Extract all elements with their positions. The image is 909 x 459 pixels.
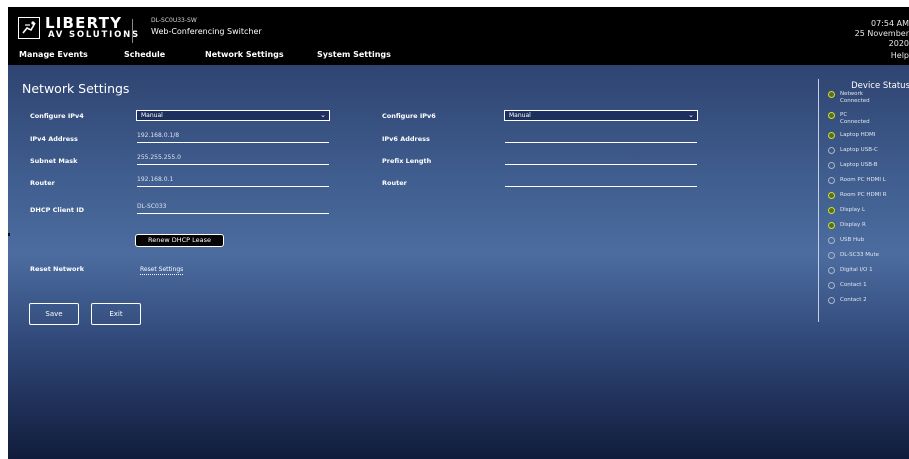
clock-time: 07:54 AM	[871, 19, 909, 28]
status-sub-label: Connected	[840, 98, 870, 104]
app-window: LIBERTY AV SOLUTIONS DL-SC0U33-SW Web-Co…	[8, 7, 909, 459]
ipv4-address-input[interactable]: 192.168.0.1/8	[137, 130, 329, 143]
status-off-icon	[828, 162, 835, 169]
status-sub-label: Connected	[840, 119, 870, 125]
save-button[interactable]: Save	[29, 303, 79, 325]
configure-ipv4-select[interactable]: Manual ⌄	[136, 110, 330, 121]
prefix-length-label: Prefix Length	[382, 157, 432, 165]
configure-ipv6-value: Manual	[509, 112, 531, 119]
router-ipv6-label: Router	[382, 179, 407, 187]
prefix-length-input[interactable]	[505, 152, 697, 165]
status-label: Digital I/O 1	[840, 267, 873, 273]
chevron-down-icon: ⌄	[320, 111, 326, 119]
status-off-icon	[828, 147, 835, 154]
edge-marker	[8, 233, 10, 236]
clock-year: 2020	[888, 39, 909, 48]
header-divider	[132, 19, 133, 43]
status-label: Display L	[840, 207, 866, 213]
product-model: DL-SC0U33-SW	[151, 17, 197, 24]
configure-ipv6-label: Configure IPv6	[382, 112, 436, 120]
ipv6-address-input[interactable]	[505, 130, 697, 143]
status-label: USB Hub	[840, 237, 865, 243]
network-settings-panel: Network Settings Configure IPv4 Manual ⌄…	[8, 65, 909, 459]
logo-text-av-solutions: AV SOLUTIONS	[48, 30, 140, 40]
reset-settings-link[interactable]: Reset Settings	[140, 265, 184, 275]
help-link[interactable]: Help	[891, 51, 909, 60]
subnet-mask-label: Subnet Mask	[30, 157, 78, 165]
status-on-icon	[828, 192, 835, 199]
device-status-panel: Device Status Network Connected PC Connecte…	[818, 79, 909, 322]
header-bar: LIBERTY AV SOLUTIONS DL-SC0U33-SW Web-Co…	[8, 7, 909, 65]
page-title: Network Settings	[22, 81, 130, 96]
status-off-icon	[828, 297, 835, 304]
clock-date: 25 November	[854, 29, 909, 38]
renew-dhcp-lease-button[interactable]: Renew DHCP Lease	[135, 234, 224, 247]
nav-network-settings[interactable]: Network Settings	[205, 50, 284, 59]
ipv4-address-label: IPv4 Address	[30, 135, 78, 143]
dhcp-client-id-label: DHCP Client ID	[30, 206, 85, 214]
logo-runner-icon	[18, 17, 40, 39]
subnet-mask-input[interactable]: 255.255.255.0	[137, 152, 329, 165]
status-off-icon	[828, 237, 835, 244]
configure-ipv4-label: Configure IPv4	[30, 112, 84, 120]
dhcp-client-id-input[interactable]: DL-SC033	[137, 201, 329, 214]
status-off-icon	[828, 282, 835, 289]
configure-ipv4-value: Manual	[141, 112, 163, 119]
exit-button[interactable]: Exit	[91, 303, 141, 325]
nav-manage-events[interactable]: Manage Events	[19, 50, 88, 59]
router-ipv4-input[interactable]: 192.168.0.1	[137, 174, 329, 187]
status-label: Contact 2	[840, 297, 867, 303]
router-ipv4-label: Router	[30, 179, 55, 187]
status-label: Display R	[840, 222, 866, 228]
nav-system-settings[interactable]: System Settings	[317, 50, 391, 59]
status-label: Room PC HDMI R	[840, 192, 887, 198]
status-off-icon	[828, 267, 835, 274]
reset-network-label: Reset Network	[30, 265, 85, 273]
status-on-icon	[828, 91, 835, 98]
status-label: Contact 1	[840, 282, 867, 288]
liberty-logo[interactable]: LIBERTY AV SOLUTIONS	[18, 14, 138, 43]
status-label: Laptop HDMI	[840, 132, 876, 138]
chevron-down-icon: ⌄	[688, 111, 694, 119]
status-label: Room PC HDMI L	[840, 177, 886, 183]
ipv6-address-label: IPv6 Address	[382, 135, 430, 143]
clock: 07:54 AM 25 November 2020	[855, 19, 909, 49]
status-on-icon	[828, 132, 835, 139]
product-name: Web-Conferencing Switcher	[151, 27, 262, 36]
router-ipv6-input[interactable]	[505, 174, 697, 187]
configure-ipv6-select[interactable]: Manual ⌄	[504, 110, 698, 121]
status-label: DL-SC33 Mute	[840, 252, 880, 258]
status-on-icon	[828, 112, 835, 119]
status-label: Laptop USB-C	[840, 147, 878, 153]
status-off-icon	[828, 252, 835, 259]
status-label: Laptop USB-B	[840, 162, 878, 168]
status-on-icon	[828, 207, 835, 214]
status-off-icon	[828, 177, 835, 184]
status-on-icon	[828, 222, 835, 229]
nav-schedule[interactable]: Schedule	[124, 50, 165, 59]
